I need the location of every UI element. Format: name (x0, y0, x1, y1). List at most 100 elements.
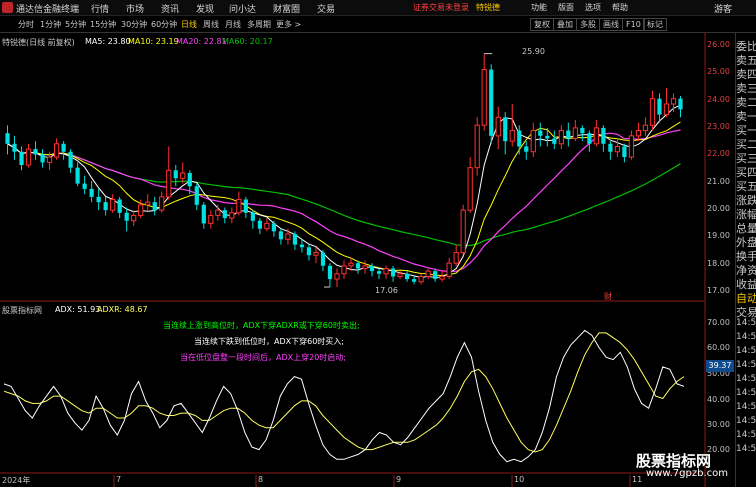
candle-body (159, 196, 165, 211)
app-logo-icon (2, 2, 13, 13)
menu-help[interactable]: 帮助 (612, 2, 628, 13)
menu-trade[interactable]: 交易 (317, 2, 335, 15)
ma20-legend: MA20: 22.81 (176, 37, 227, 46)
candle-body (614, 145, 621, 153)
price-tick: 22.00 (707, 149, 730, 158)
candle-body (467, 167, 473, 211)
period-tab-monthly[interactable]: 月线 (225, 19, 241, 30)
candle-body (453, 252, 459, 264)
period-tab-more[interactable]: 更多 > (276, 19, 301, 30)
candle-body (145, 201, 151, 206)
login-notice[interactable]: 证券交易未登录 (413, 2, 469, 13)
x-tick: 11 (632, 475, 643, 484)
candle-body (12, 143, 17, 152)
title-bar (0, 0, 756, 16)
candle-body (180, 172, 186, 179)
candle-body (509, 130, 515, 142)
menu-layout[interactable]: 版面 (558, 2, 574, 13)
menu-wealth[interactable]: 财富圈 (273, 2, 300, 15)
side-panel-item: 14:56 (736, 360, 756, 370)
period-tab-weekly[interactable]: 周线 (203, 19, 219, 30)
period-tab-15min[interactable]: 15分钟 (90, 19, 116, 30)
candle-body (622, 146, 627, 158)
side-panel-item: 14:56 (736, 444, 756, 454)
candle-body (552, 138, 557, 144)
candle-body (538, 130, 543, 136)
menu-discover[interactable]: 发现 (196, 2, 214, 15)
indicator-title: 股票指标网 (2, 306, 42, 315)
candle-body (433, 271, 438, 280)
note-sell: 当连续上涨到高位时，ADX下穿ADXR或下穿60时卖出; (163, 321, 360, 330)
period-tab-1min[interactable]: 1分钟 (40, 19, 61, 30)
period-tab-5min[interactable]: 5分钟 (65, 19, 86, 30)
price-high-label: 25.90 (522, 47, 545, 56)
period-tab-daily[interactable]: 日线 (181, 19, 197, 30)
candle-body (152, 202, 157, 211)
candle-body (173, 170, 178, 179)
candle-body (418, 275, 424, 283)
ma5-legend: MA5: 23.80 (85, 37, 131, 46)
candle-body (663, 103, 670, 116)
adjust-button[interactable]: 复权 (530, 18, 554, 31)
candle-body (25, 148, 32, 166)
x-tick: 7 (116, 475, 122, 484)
period-tab-60min[interactable]: 60分钟 (151, 19, 177, 30)
price-tick: 17.00 (707, 286, 730, 295)
candle-body (439, 275, 445, 280)
candle-body (33, 149, 38, 155)
note-start: 当在低位盘整一段时间后，ADX上穿20时启动; (180, 353, 346, 362)
side-panel-item: 14:56 (736, 332, 756, 342)
note-buy: 当连续下跌到低位时，ADX下穿60时买入; (194, 337, 344, 346)
candle-body (503, 117, 508, 142)
menu-ask[interactable]: 问小达 (229, 2, 256, 15)
f10-button[interactable]: F10 (622, 18, 645, 31)
ma20-line (7, 129, 681, 272)
menu-function[interactable]: 功能 (531, 2, 547, 13)
candle-body (587, 133, 592, 144)
ma60-legend: MA60: 20.17 (222, 37, 273, 46)
period-tab-intraday[interactable]: 分时 (18, 19, 34, 30)
guest-label[interactable]: 游客 (714, 2, 732, 15)
candle-body (327, 265, 333, 280)
candle-body (68, 151, 73, 168)
mark-button[interactable]: 标记 (643, 18, 667, 31)
candle-body (257, 220, 262, 229)
menu-options[interactable]: 选项 (585, 2, 601, 13)
candle-body (61, 143, 66, 152)
candle-body (82, 183, 87, 189)
candle-body (474, 124, 480, 169)
side-panel-item: 14:56 (736, 430, 756, 440)
candle-body (124, 212, 129, 221)
candle-body (306, 247, 312, 256)
overlay-button[interactable]: 叠加 (553, 18, 577, 31)
candle-body (355, 263, 361, 269)
menu-news[interactable]: 资讯 (161, 2, 179, 15)
period-tab-30min[interactable]: 30分钟 (121, 19, 147, 30)
menu-market[interactable]: 市场 (126, 2, 144, 15)
draw-line-button[interactable]: 画线 (599, 18, 623, 31)
side-panel-item: 14:56 (736, 346, 756, 356)
candle-body (348, 262, 354, 267)
adx-legend: ADX: 51.93 (55, 305, 101, 314)
candle-body (285, 233, 291, 240)
period-tab-multi[interactable]: 多周期 (247, 19, 271, 30)
side-panel-item: 14:56 (736, 318, 756, 328)
candle-body (425, 270, 431, 277)
ma10-legend: MA10: 23.19 (128, 37, 179, 46)
candle-body (264, 222, 270, 230)
chart-canvas[interactable] (0, 33, 735, 487)
price-tick: 20.00 (707, 204, 730, 213)
multi-stock-button[interactable]: 多股 (576, 18, 600, 31)
side-panel-item: 14:56 (736, 374, 756, 384)
candle-body (517, 130, 522, 147)
candle-body (89, 188, 94, 197)
candle-body (103, 202, 108, 211)
candle-body (194, 186, 199, 205)
ma60-line (7, 143, 681, 247)
candle-body (670, 98, 677, 105)
menu-quotes[interactable]: 行情 (91, 2, 109, 15)
candle-body (110, 199, 116, 211)
candle-body (608, 143, 613, 152)
candle-body (229, 212, 235, 219)
financial-report-marker[interactable]: 财 (604, 291, 612, 302)
